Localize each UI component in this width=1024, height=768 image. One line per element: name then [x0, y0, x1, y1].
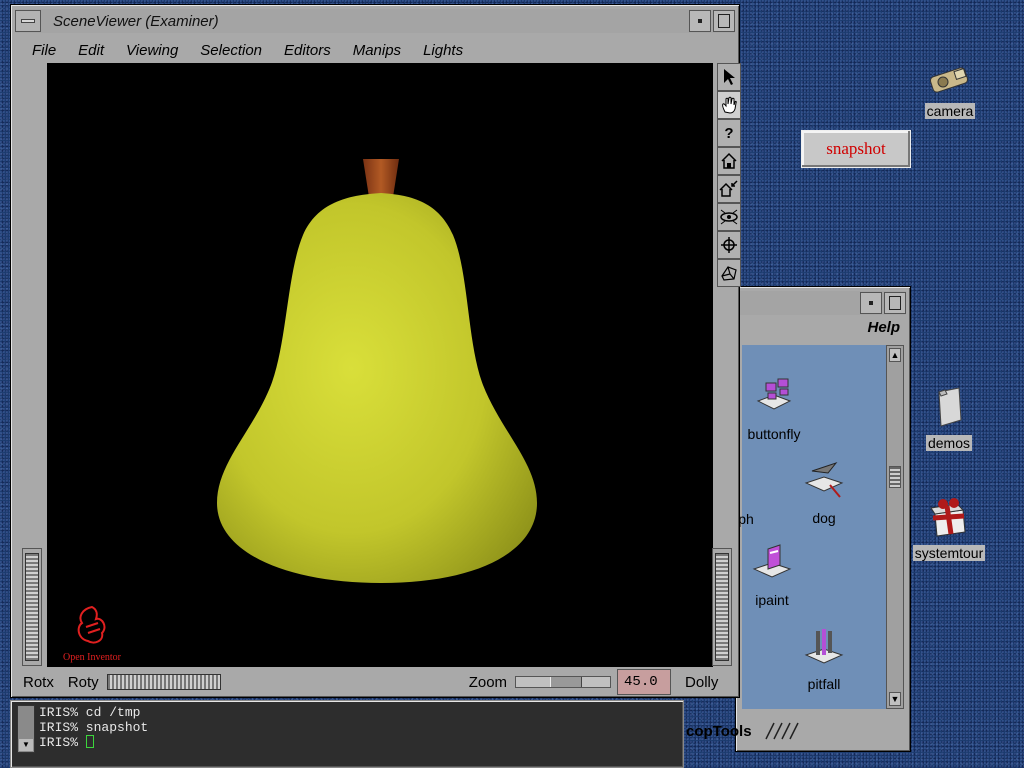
menu-viewing[interactable]: Viewing	[115, 42, 189, 59]
open-inventor-logo: Open Inventor	[57, 603, 127, 663]
camera-desktop-icon[interactable]: camera	[922, 58, 978, 121]
menu-file[interactable]: File	[21, 42, 67, 59]
maximize-button[interactable]	[884, 292, 906, 314]
3d-viewport[interactable]: Open Inventor	[47, 63, 713, 667]
menu-bar: File Edit Viewing Selection Editors Mani…	[21, 37, 729, 63]
ipaint-item[interactable]: ipaint	[748, 541, 796, 608]
home-icon[interactable]	[717, 147, 741, 175]
menu-editors[interactable]: Editors	[273, 42, 342, 59]
camera-icon	[929, 67, 969, 93]
sceneviewer-titlebar[interactable]: SceneViewer (Examiner)	[15, 9, 735, 33]
menu-lights[interactable]: Lights	[412, 42, 474, 59]
terminal-cursor	[85, 735, 94, 748]
terminal-line: IRIS% cd /tmp	[39, 705, 141, 720]
desktop-tools-scrollbar[interactable]: ▲ ▼	[886, 345, 904, 709]
scroll-down-arrow[interactable]: ▼	[19, 739, 33, 751]
desktop-tools-content: buttonfly dog ph ipaint pitfall	[738, 345, 886, 709]
dolly-thumbwheel[interactable]	[712, 548, 732, 666]
window-menu-button[interactable]	[15, 10, 41, 32]
sceneviewer-window[interactable]: SceneViewer (Examiner) File Edit Viewing…	[10, 4, 741, 698]
demos-desktop-icon[interactable]: demos	[922, 386, 976, 453]
view-all-icon[interactable]	[717, 203, 741, 231]
pitfall-item[interactable]: pitfall	[798, 625, 850, 692]
zoom-label: Zoom	[468, 673, 508, 691]
roty-thumbwheel[interactable]	[106, 674, 221, 690]
ipaint-label: ipaint	[755, 592, 789, 608]
projection-icon[interactable]	[717, 259, 741, 287]
pitfall-icon	[804, 629, 844, 664]
hand-icon[interactable]	[717, 91, 741, 119]
systemtour-desktop-icon[interactable]: systemtour	[912, 496, 986, 563]
terminal-window[interactable]: ▼ IRIS% cd /tmp IRIS% snapshot IRIS%	[10, 700, 684, 768]
minimize-button[interactable]	[689, 10, 711, 32]
help-menu[interactable]: Help	[867, 319, 900, 336]
buttonfly-item[interactable]: buttonfly	[742, 375, 806, 442]
rotx-thumbwheel[interactable]	[22, 548, 42, 666]
pear-model	[217, 159, 537, 583]
roty-label: Roty	[67, 673, 99, 691]
camera-label: camera	[924, 103, 976, 119]
gift-icon	[930, 498, 966, 537]
desktop-tools-footer: copTools	[686, 721, 800, 741]
terminal-line: IRIS% snapshot	[39, 720, 149, 735]
menu-manips[interactable]: Manips	[342, 42, 412, 59]
footer-stripes-icon	[764, 722, 799, 740]
viewer-bottom-bar: Rotx Roty Zoom 45.0 Dolly	[21, 669, 729, 695]
desktop-tools-footer-label: copTools	[686, 722, 752, 740]
terminal-prompt: IRIS%	[39, 735, 86, 750]
pitfall-label: pitfall	[807, 676, 841, 692]
open-inventor-icon	[77, 605, 106, 644]
menu-edit[interactable]: Edit	[67, 42, 115, 59]
rotx-label: Rotx	[23, 673, 54, 691]
snapshot-button[interactable]: snapshot	[801, 130, 911, 168]
open-inventor-text: Open Inventor	[62, 652, 122, 663]
folder-icon	[938, 387, 962, 427]
terminal-scrollbar[interactable]: ▼	[17, 705, 35, 753]
terminal-prompt-line: IRIS%	[39, 735, 148, 750]
demos-label: demos	[925, 435, 973, 451]
ipaint-icon	[752, 544, 792, 578]
set-home-icon[interactable]	[717, 175, 741, 203]
desktop-tools-window[interactable]: Help buttonfly dog ph ipaint pitfall ▲ ▼…	[686, 286, 911, 752]
seek-icon[interactable]	[717, 231, 741, 259]
desktop-tools-titlebar[interactable]	[740, 291, 906, 315]
scroll-down-arrow[interactable]: ▼	[889, 692, 901, 706]
dog-icon	[804, 461, 844, 498]
minimize-button[interactable]	[860, 292, 882, 314]
dolly-label: Dolly	[685, 673, 719, 691]
buttonfly-icon	[756, 378, 792, 410]
menu-selection[interactable]: Selection	[189, 42, 273, 59]
buttonfly-label: buttonfly	[747, 426, 801, 442]
zoom-slider[interactable]	[515, 676, 612, 688]
maximize-button[interactable]	[713, 10, 735, 32]
dog-item[interactable]: dog	[802, 459, 846, 526]
arrow-pointer-icon[interactable]	[717, 63, 741, 91]
window-title: SceneViewer (Examiner)	[53, 12, 219, 30]
zoom-value-field[interactable]: 45.0	[617, 669, 672, 695]
terminal-output[interactable]: IRIS% cd /tmp IRIS% snapshot IRIS%	[39, 705, 148, 750]
question-icon[interactable]: ?	[717, 119, 741, 147]
systemtour-label: systemtour	[912, 545, 986, 561]
dog-label: dog	[812, 510, 836, 526]
scroll-up-arrow[interactable]: ▲	[889, 348, 901, 362]
viewer-toolbar: ?	[717, 63, 741, 287]
scroll-thumb[interactable]	[889, 466, 901, 488]
